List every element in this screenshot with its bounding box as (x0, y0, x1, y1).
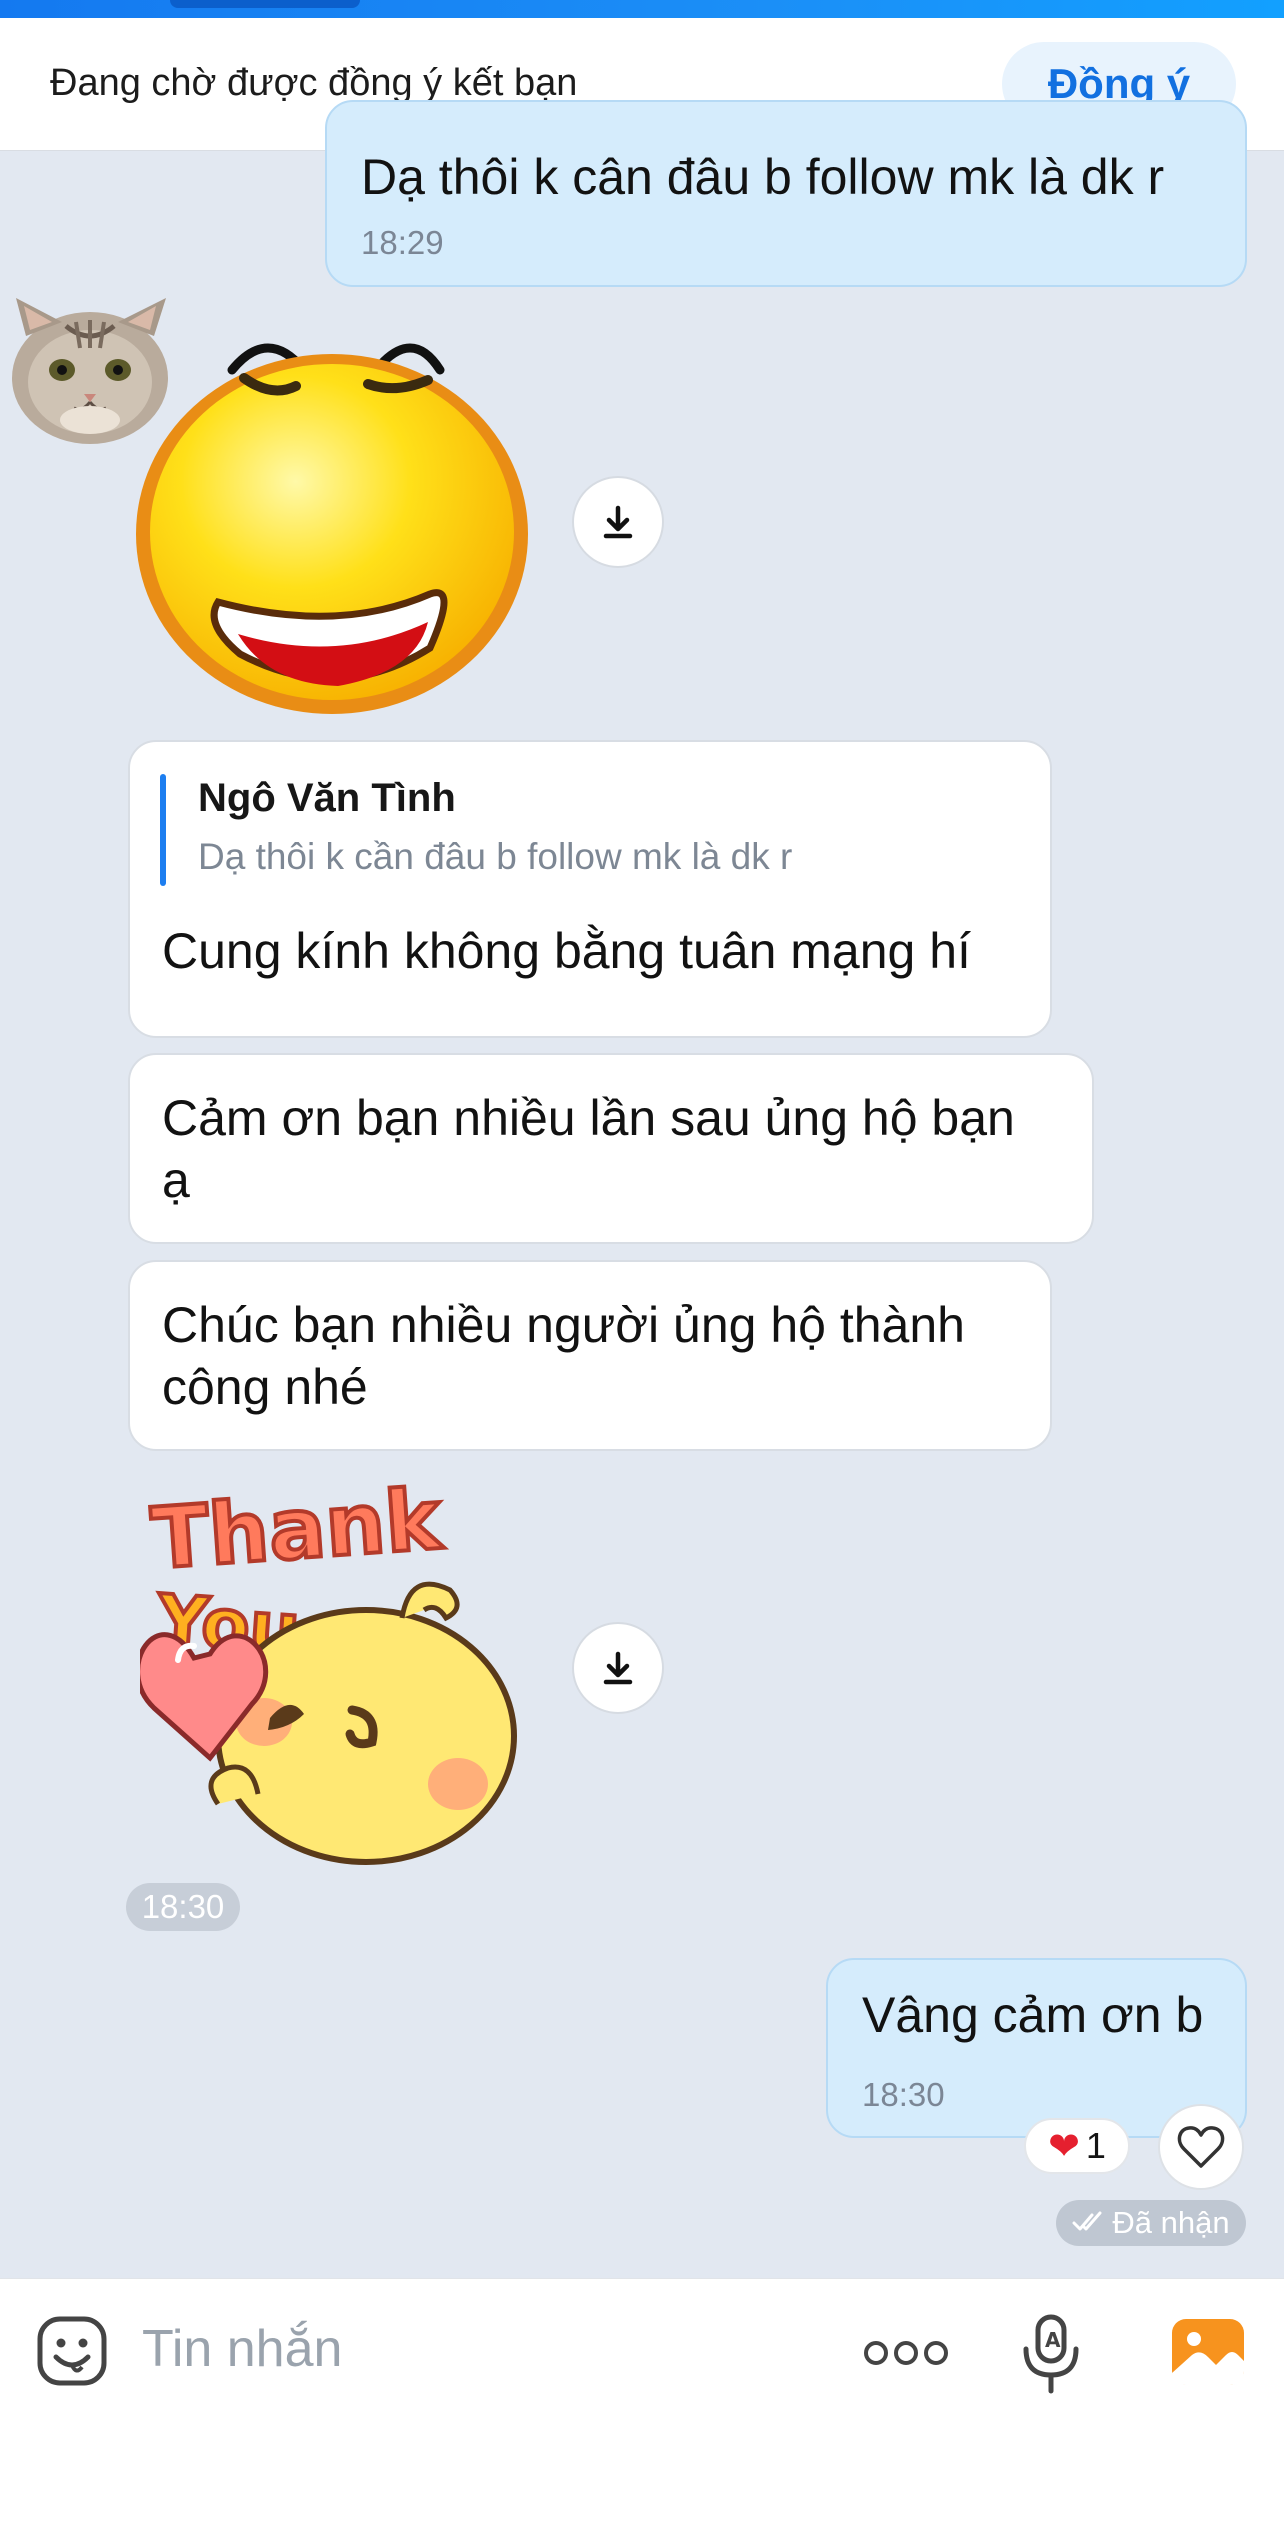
download-icon[interactable] (572, 476, 664, 568)
incoming-message[interactable]: Chúc bạn nhiều người ủng hộ thành công n… (128, 1260, 1052, 1451)
top-strip (0, 0, 1284, 18)
message-text: Dạ thôi k cân đâu b follow mk là dk r (361, 149, 1165, 205)
message-text: Cung kính không bằng tuân mạng hí (162, 923, 971, 979)
heart-outline-icon[interactable] (1158, 2104, 1244, 2190)
reaction-count: 1 (1085, 2125, 1106, 2166)
heart-reaction-icon: ❤ (1048, 2125, 1080, 2168)
status-text: Đã nhận (1112, 2205, 1230, 2240)
thank-you-sticker[interactable]: Thank You (135, 1468, 540, 1872)
download-icon[interactable] (572, 1622, 664, 1714)
more-dots-icon[interactable] (864, 2337, 948, 2374)
message-time: 18:30 (862, 2076, 945, 2113)
quote-bar (160, 774, 166, 886)
quoted-message-text[interactable]: Dạ thôi k cần đâu b follow mk là dk r (198, 836, 792, 878)
outgoing-message[interactable]: Dạ thôi k cân đâu b follow mk là dk r 18… (325, 100, 1247, 287)
friend-request-text: Đang chờ được đồng ý kết bạn (50, 62, 578, 104)
message-composer: Tin nhắn A (0, 2278, 1284, 2524)
delivery-status: Đã nhận (1056, 2200, 1246, 2246)
double-check-icon (1072, 2205, 1106, 2241)
incoming-message[interactable]: Cảm ơn bạn nhiều lần sau ủng hộ bạn ạ (128, 1053, 1094, 1244)
message-time: 18:29 (361, 224, 444, 261)
group-timestamp: 18:30 (126, 1883, 240, 1931)
message-text-line: ạ (162, 1152, 190, 1208)
microphone-icon[interactable]: A (1020, 2313, 1082, 2400)
message-input[interactable]: Tin nhắn (142, 2319, 342, 2379)
status-pill-indicator (170, 0, 360, 8)
image-icon[interactable] (1170, 2317, 1246, 2392)
quoted-sender-name: Ngô Văn Tình (198, 776, 456, 820)
emoji-icon[interactable] (36, 2315, 108, 2392)
svg-text:A: A (1045, 2328, 1061, 2352)
reaction-badge[interactable]: ❤ 1 (1024, 2118, 1130, 2174)
message-text-line: công nhé (162, 1359, 368, 1415)
message-text-line: Cảm ơn bạn nhiều lần sau ủng hộ bạn (162, 1090, 1015, 1146)
emoji-sticker[interactable] (128, 334, 536, 718)
message-text-line: Chúc bạn nhiều người ủng hộ thành (162, 1297, 965, 1353)
sticker-text-line: Thank (149, 1478, 447, 1588)
message-text: Vâng cảm ơn b (862, 1987, 1204, 2043)
